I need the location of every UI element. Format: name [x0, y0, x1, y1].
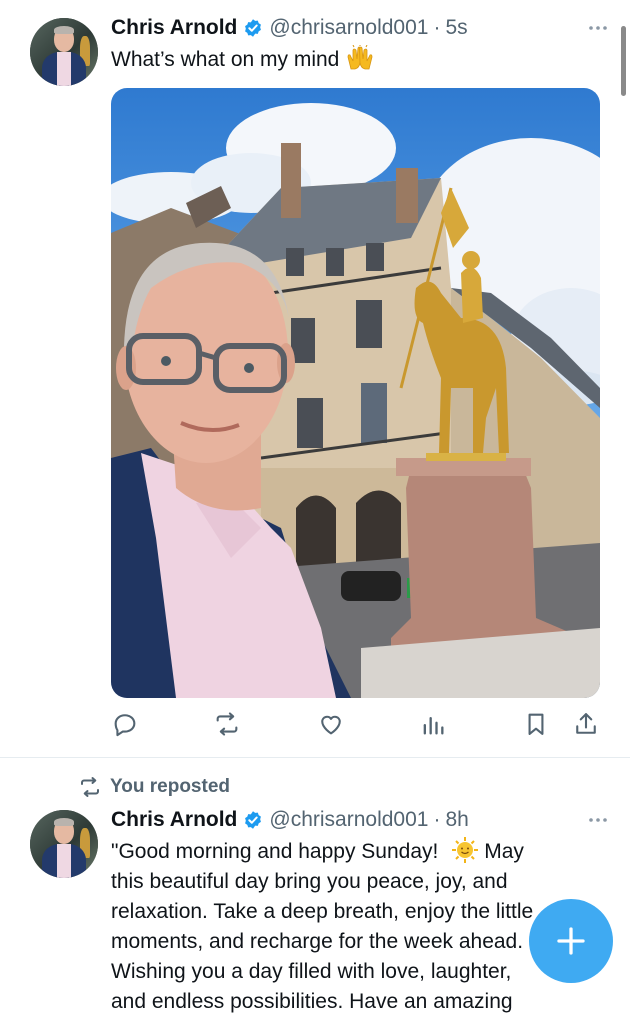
- handle[interactable]: @chrisarnold001: [269, 16, 428, 40]
- tweet-header: Chris Arnold @chrisarnold001 · 8h: [111, 805, 469, 835]
- timestamp[interactable]: 8h: [445, 808, 468, 832]
- views-icon: [423, 717, 444, 735]
- bookmark-icon: [528, 713, 544, 735]
- tweet-photo[interactable]: [111, 88, 600, 698]
- compose-tweet-button[interactable]: [529, 899, 613, 983]
- tweet-text-line: this beautiful day bring you peace, joy,…: [111, 870, 508, 893]
- views-button[interactable]: [419, 710, 447, 738]
- share-button[interactable]: [572, 710, 600, 738]
- share-icon: [576, 713, 596, 734]
- repost-icon: [81, 777, 99, 797]
- tweet-text-line: and endless possibilities. Have an amazi…: [111, 990, 513, 1013]
- display-name[interactable]: Chris Arnold: [111, 16, 237, 40]
- text-segment: "Good morning and happy Sunday!: [111, 840, 439, 863]
- tweet-text-body: What’s what on my mind: [111, 48, 340, 71]
- like-button[interactable]: [317, 710, 345, 738]
- tweet-header: Chris Arnold @chrisarnold001 · 5s: [111, 13, 468, 43]
- display-name[interactable]: Chris Arnold: [111, 808, 237, 832]
- avatar[interactable]: [30, 810, 98, 878]
- reply-button[interactable]: [111, 710, 139, 738]
- repost-indicator: You reposted: [78, 772, 230, 802]
- like-icon: [321, 715, 341, 735]
- separator: ·: [433, 808, 441, 831]
- avatar[interactable]: [30, 18, 98, 86]
- handle[interactable]: @chrisarnold001: [269, 808, 428, 832]
- photo-illustration: [111, 103, 600, 698]
- tweet-text: What’s what on my mind: [111, 45, 375, 75]
- more-options-icon[interactable]: [586, 16, 610, 40]
- repost-button[interactable]: [213, 710, 241, 738]
- scrollbar[interactable]: [621, 26, 626, 96]
- repost-icon: [216, 712, 238, 736]
- more-options-icon[interactable]: [586, 808, 610, 832]
- timestamp[interactable]: 5s: [445, 16, 467, 40]
- bookmark-button[interactable]: [522, 710, 550, 738]
- sun-with-face-emoji-icon: [452, 837, 479, 863]
- separator: ·: [433, 16, 441, 39]
- tweet-divider: [0, 757, 630, 758]
- repost-label[interactable]: You reposted: [110, 776, 230, 798]
- text-segment: May: [484, 840, 524, 863]
- tweet-actions: [111, 708, 600, 742]
- tweet-text-line: "Good morning and happy Sunday! May: [111, 837, 616, 867]
- verified-badge-icon: [245, 19, 262, 37]
- raised-hands-emoji-icon: [347, 45, 373, 70]
- verified-badge-icon: [245, 811, 262, 829]
- reply-icon: [114, 714, 136, 737]
- plus-icon: [557, 927, 585, 955]
- tweet[interactable]: Chris Arnold @chrisarnold001 · 5s What’s…: [0, 0, 630, 757]
